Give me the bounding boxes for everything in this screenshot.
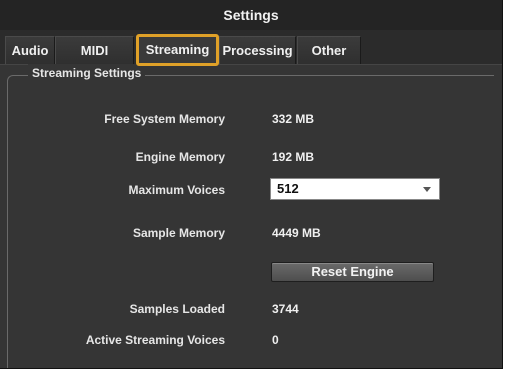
engine-memory-value: 192 MB	[272, 150, 315, 164]
tab-audio[interactable]: Audio	[5, 36, 55, 64]
tab-other[interactable]: Other	[297, 36, 361, 64]
samples-loaded-label: Samples Loaded	[129, 302, 225, 316]
window-title: Settings	[0, 0, 502, 30]
tab-bar: Audio MIDI Streaming Processing Other	[0, 34, 502, 66]
free-system-memory-label: Free System Memory	[104, 112, 225, 126]
active-streaming-voices-label: Active Streaming Voices	[85, 333, 225, 347]
active-streaming-voices-value: 0	[272, 333, 279, 347]
sample-memory-label: Sample Memory	[132, 226, 225, 240]
sample-memory-value: 4449 MB	[272, 226, 321, 240]
streaming-panel	[0, 64, 502, 368]
group-title: Streaming Settings	[28, 64, 146, 82]
tab-midi[interactable]: MIDI	[55, 36, 134, 64]
chevron-down-icon	[423, 187, 431, 192]
reset-engine-button[interactable]: Reset Engine	[271, 262, 434, 282]
engine-memory-label: Engine Memory	[135, 150, 225, 164]
maximum-voices-label: Maximum Voices	[128, 183, 225, 197]
streaming-settings-group	[7, 75, 494, 368]
samples-loaded-value: 3744	[272, 302, 299, 316]
maximum-voices-select[interactable]: 512	[270, 178, 440, 200]
settings-window: Settings Audio MIDI Streaming Processing…	[0, 0, 503, 369]
tab-streaming[interactable]: Streaming	[136, 34, 219, 66]
maximum-voices-value: 512	[277, 181, 299, 196]
tab-processing[interactable]: Processing	[219, 36, 296, 64]
free-system-memory-value: 332 MB	[272, 112, 315, 126]
